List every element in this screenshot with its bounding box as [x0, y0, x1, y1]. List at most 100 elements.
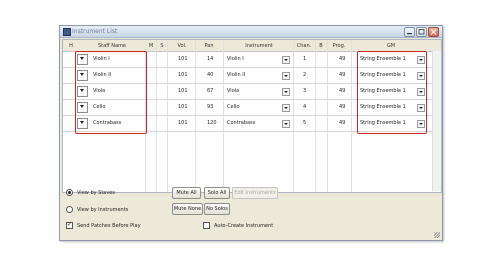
volume-value[interactable]: 101: [178, 68, 188, 83]
instrument-name[interactable]: Viola: [227, 84, 239, 99]
auto-create-label: Auto-Create Instrument: [214, 223, 274, 229]
program-value[interactable]: 49: [339, 116, 345, 131]
gm-dropdown[interactable]: [417, 120, 425, 128]
chevron-down-icon: [284, 59, 288, 61]
gm-instrument[interactable]: String Ensemble 1: [360, 84, 406, 99]
volume-value[interactable]: 101: [178, 52, 188, 67]
instrument-name[interactable]: Violin II: [227, 68, 245, 83]
col-gm[interactable]: GM: [353, 43, 429, 49]
close-button[interactable]: [428, 27, 439, 37]
col-chan[interactable]: Chan.: [295, 43, 313, 49]
col-staff-name[interactable]: Staff Name: [79, 43, 145, 49]
pan-value[interactable]: 120: [207, 116, 217, 131]
auto-create-checkbox[interactable]: [203, 222, 210, 229]
program-value[interactable]: 49: [339, 68, 345, 83]
send-patches-checkbox[interactable]: [66, 221, 73, 229]
col-prog[interactable]: Prog.: [329, 43, 349, 49]
pan-value[interactable]: 40: [207, 68, 213, 83]
instrument-dropdown[interactable]: [282, 120, 290, 128]
col-m[interactable]: M: [147, 43, 155, 49]
table-scrollbar[interactable]: [432, 51, 441, 191]
volume-value[interactable]: 101: [178, 100, 188, 115]
gm-dropdown[interactable]: [417, 104, 425, 112]
gm-instrument[interactable]: String Ensemble 1: [360, 100, 406, 115]
instrument-list-window: Instrument List H Staff Name M S Vol. Pa…: [59, 25, 443, 241]
staff-dropdown[interactable]: [77, 70, 88, 81]
table-row[interactable]: Contrabass 101 120 Contrabass 5 49 Strin…: [63, 116, 441, 132]
minimize-button[interactable]: [404, 27, 415, 37]
mute-all-button[interactable]: Mute All: [172, 187, 201, 199]
col-h[interactable]: H: [67, 43, 75, 49]
channel-value[interactable]: 2: [303, 68, 306, 83]
col-s[interactable]: S: [158, 43, 166, 49]
view-by-instruments-option[interactable]: View by Instruments: [66, 206, 128, 213]
maximize-button[interactable]: [416, 27, 427, 37]
gm-dropdown[interactable]: [417, 72, 425, 80]
staff-name[interactable]: Viola: [93, 84, 105, 99]
program-value[interactable]: 49: [339, 84, 345, 99]
minimize-icon: [407, 33, 412, 35]
pan-value[interactable]: 14: [207, 52, 213, 67]
instrument-name[interactable]: Contrabass: [227, 116, 255, 131]
gm-instrument[interactable]: String Ensemble 1: [360, 52, 406, 67]
chevron-down-icon: [80, 105, 84, 108]
channel-value[interactable]: 1: [303, 52, 306, 67]
channel-value[interactable]: 3: [303, 84, 306, 99]
mute-none-button[interactable]: Mute None: [172, 203, 203, 215]
gm-instrument[interactable]: String Ensemble 1: [360, 68, 406, 83]
staff-dropdown[interactable]: [77, 102, 88, 113]
send-patches-label: Send Patches Before Play: [77, 223, 141, 229]
instrument-table: H Staff Name M S Vol. Pan Instrument Cha…: [62, 39, 442, 193]
gm-dropdown[interactable]: [417, 56, 425, 64]
table-row[interactable]: Violin II 101 40 Violin II 2 49 String E…: [63, 68, 441, 84]
col-pan[interactable]: Pan: [197, 43, 221, 49]
staff-dropdown[interactable]: [77, 86, 88, 97]
col-vol[interactable]: Vol.: [171, 43, 193, 49]
gm-instrument[interactable]: String Ensemble 1: [360, 116, 406, 131]
gm-dropdown[interactable]: [417, 88, 425, 96]
table-row[interactable]: Viola 101 67 Viola 3 49 String Ensemble …: [63, 84, 441, 100]
staff-name[interactable]: Violin II: [93, 68, 111, 83]
pan-value[interactable]: 93: [207, 100, 213, 115]
chevron-down-icon: [284, 75, 288, 77]
table-row[interactable]: Cello 101 93 Cello 4 49 String Ensemble …: [63, 100, 441, 116]
col-instrument[interactable]: Instrument: [225, 43, 293, 49]
instrument-name[interactable]: Violin I: [227, 52, 244, 67]
table-row[interactable]: Violin I 101 14 Violin I 1 49 String Ens…: [63, 52, 441, 68]
view-by-staves-radio[interactable]: [66, 189, 73, 196]
send-patches-option[interactable]: Send Patches Before Play: [66, 221, 141, 229]
chevron-down-icon: [80, 121, 84, 124]
no-solos-button[interactable]: No Solos: [204, 203, 230, 215]
view-by-instruments-label: View by Instruments: [77, 207, 129, 213]
volume-value[interactable]: 101: [178, 84, 188, 99]
channel-value[interactable]: 5: [303, 116, 306, 131]
program-value[interactable]: 49: [339, 52, 345, 67]
close-icon: [430, 29, 437, 35]
view-by-staves-option[interactable]: View by Staves: [66, 189, 115, 196]
instrument-dropdown[interactable]: [282, 72, 290, 80]
instrument-name[interactable]: Cello: [227, 100, 239, 115]
resize-grip-icon[interactable]: [434, 232, 440, 238]
col-b[interactable]: B: [317, 43, 325, 49]
channel-value[interactable]: 4: [303, 100, 306, 115]
chevron-down-icon: [284, 107, 288, 109]
edit-instruments-button[interactable]: Edit Instruments: [232, 187, 278, 199]
chevron-down-icon: [80, 57, 84, 60]
instrument-dropdown[interactable]: [282, 88, 290, 96]
volume-value[interactable]: 101: [178, 116, 188, 131]
staff-name[interactable]: Violin I: [93, 52, 110, 67]
solo-all-button[interactable]: Solo All: [204, 187, 230, 199]
chevron-down-icon: [419, 91, 423, 93]
view-by-instruments-radio[interactable]: [66, 206, 73, 213]
staff-dropdown[interactable]: [77, 118, 88, 129]
staff-name[interactable]: Cello: [93, 100, 105, 115]
pan-value[interactable]: 67: [207, 84, 213, 99]
program-value[interactable]: 49: [339, 100, 345, 115]
instrument-dropdown[interactable]: [282, 56, 290, 64]
staff-name[interactable]: Contrabass: [93, 116, 121, 131]
instrument-dropdown[interactable]: [282, 104, 290, 112]
staff-dropdown[interactable]: [77, 54, 88, 65]
chevron-down-icon: [284, 123, 288, 125]
title-bar[interactable]: Instrument List: [60, 26, 442, 38]
auto-create-option[interactable]: Auto-Create Instrument: [203, 222, 273, 229]
